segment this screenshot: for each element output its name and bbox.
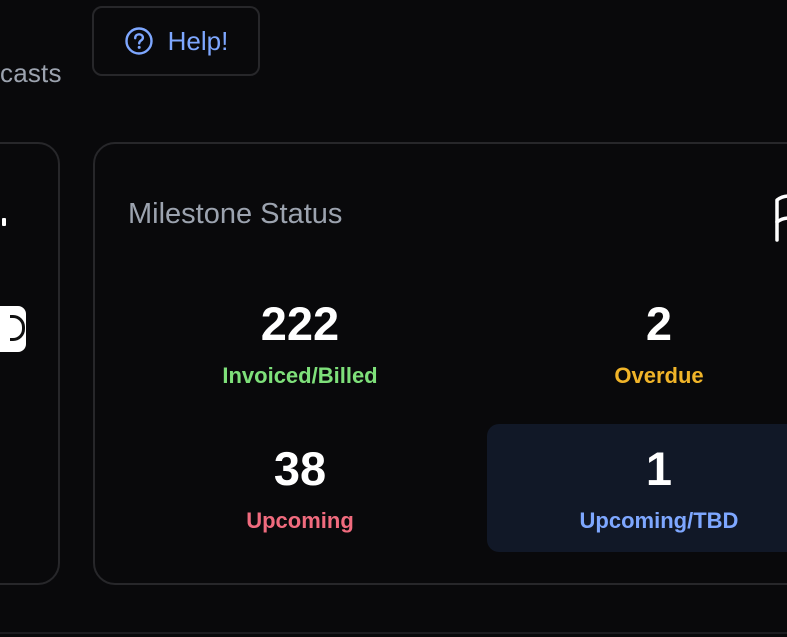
stat-label: Upcoming/TBD (579, 508, 739, 533)
forecasts-tab-label[interactable]: casts (0, 58, 62, 89)
stat-label: Invoiced/Billed (222, 363, 378, 388)
stat-upcoming: 38 Upcoming (152, 432, 448, 560)
stat-value: 38 (273, 442, 327, 495)
milestone-status-card: Milestone Status 222 Invoiced/Billed 2 O… (93, 142, 787, 585)
question-circle-icon (124, 26, 154, 56)
stat-invoiced-billed: 222 Invoiced/Billed (152, 287, 448, 415)
stat-value: 1 (645, 442, 673, 495)
left-card-text-fragment (2, 218, 6, 226)
stat-label: Overdue (614, 363, 704, 388)
left-card-button[interactable] (0, 306, 26, 352)
stat-label: Upcoming (246, 508, 354, 533)
help-button[interactable]: Help! (92, 6, 260, 76)
help-button-label: Help! (167, 25, 229, 56)
flag-icon (772, 194, 787, 247)
divider (0, 632, 787, 634)
dashboard-root: casts Help! Milestone Status 222 Invoice… (0, 0, 787, 637)
stat-overdue: 2 Overdue (511, 287, 787, 415)
left-card-partial (0, 142, 60, 585)
stat-upcoming-tbd[interactable]: 1 Upcoming/TBD (487, 424, 787, 552)
stat-value: 2 (645, 297, 673, 350)
card-title: Milestone Status (128, 198, 343, 230)
stat-value: 222 (260, 297, 340, 350)
